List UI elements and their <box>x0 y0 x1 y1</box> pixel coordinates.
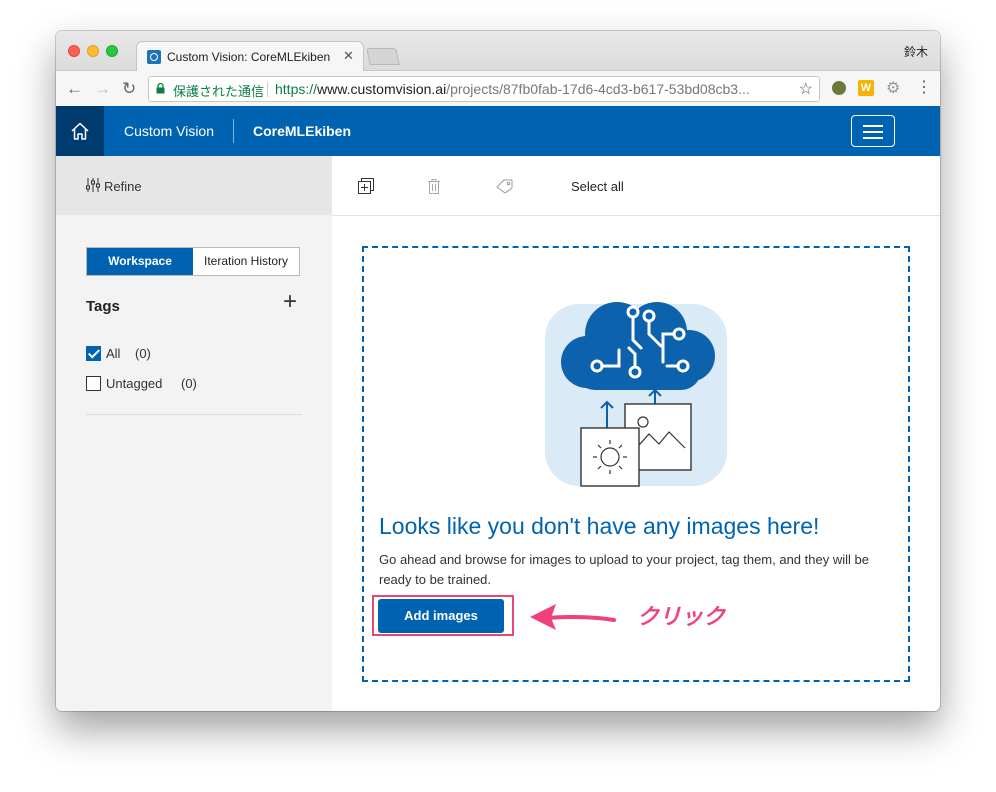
window-minimize-button[interactable] <box>87 45 99 57</box>
reload-icon[interactable]: ↻ <box>122 79 136 99</box>
menu-button[interactable] <box>851 115 895 147</box>
view-toggle: Workspace Iteration History <box>86 247 300 276</box>
tag-checkbox-all[interactable] <box>86 346 101 361</box>
cloud-brain-upload-illustration <box>545 302 727 487</box>
lock-icon <box>156 83 165 94</box>
window-maximize-button[interactable] <box>106 45 118 57</box>
app-header: Custom Vision CoreMLEkiben <box>56 106 940 156</box>
tag-icon[interactable] <box>496 178 514 194</box>
custom-vision-favicon-icon <box>147 50 161 64</box>
url-host: www.customvision.ai <box>317 81 447 97</box>
iteration-history-tab[interactable]: Iteration History <box>193 248 299 275</box>
filter-sliders-icon <box>86 178 100 192</box>
add-images-button[interactable]: Add images <box>378 599 504 633</box>
url-text: https://www.customvision.ai/projects/87f… <box>275 81 750 97</box>
refine-bar[interactable]: Refine <box>56 156 332 215</box>
home-button[interactable] <box>56 106 104 156</box>
address-bar[interactable]: 保護された通信 https://www.customvision.ai/proj… <box>148 76 820 102</box>
brand-name[interactable]: Custom Vision <box>124 123 214 139</box>
profile-name[interactable]: 鈴木 <box>904 43 928 60</box>
sidebar: Refine Workspace Iteration History Tags … <box>56 156 332 711</box>
title-bar: Custom Vision: CoreMLEkiben ✕ 鈴木 <box>56 31 940 72</box>
extension-w-icon[interactable]: W <box>858 80 874 96</box>
hamburger-line <box>863 137 883 139</box>
forward-arrow-icon[interactable]: → <box>94 79 111 99</box>
image-toolbar: Select all <box>332 156 940 216</box>
extension-gear-icon[interactable]: ⚙ <box>886 78 900 98</box>
empty-state-title: Looks like you don't have any images her… <box>379 513 820 539</box>
tag-checkbox-untagged[interactable] <box>86 376 101 391</box>
trash-icon[interactable] <box>427 178 441 194</box>
window-close-button[interactable] <box>68 45 80 57</box>
image-drop-zone[interactable]: Looks like you don't have any images her… <box>362 246 910 682</box>
tag-name: All <box>106 346 121 361</box>
workspace-tab[interactable]: Workspace <box>87 248 193 275</box>
add-tag-button[interactable]: + <box>283 289 297 315</box>
header-divider <box>233 119 234 143</box>
new-tab-button[interactable] <box>366 48 400 65</box>
address-divider <box>267 82 268 97</box>
empty-state-description: Go ahead and browse for images to upload… <box>379 552 869 587</box>
refine-label: Refine <box>104 179 142 194</box>
annotation-arrow-icon <box>530 604 616 630</box>
home-icon <box>71 122 89 140</box>
url-scheme: https:// <box>275 81 318 97</box>
project-name[interactable]: CoreMLEkiben <box>253 123 351 139</box>
extension-globe-icon[interactable] <box>832 81 846 95</box>
browser-tab[interactable]: Custom Vision: CoreMLEkiben ✕ <box>136 41 364 72</box>
hamburger-line <box>863 131 883 133</box>
browser-menu-icon[interactable]: ⋮ <box>916 77 932 97</box>
browser-window: Custom Vision: CoreMLEkiben ✕ 鈴木 ← → ↻ 保… <box>56 31 940 711</box>
tag-count: (0) <box>135 346 151 361</box>
back-arrow-icon[interactable]: ← <box>66 79 83 99</box>
tab-title: Custom Vision: CoreMLEkiben <box>167 50 331 64</box>
bookmark-star-icon[interactable]: ☆ <box>799 79 813 99</box>
url-path: /projects/87fb0fab-17d6-4cd3-b617-53bd08… <box>446 81 750 97</box>
tag-count: (0) <box>181 376 197 391</box>
tab-close-button[interactable]: ✕ <box>343 48 354 64</box>
add-images-icon[interactable] <box>358 178 374 194</box>
tags-heading: Tags <box>86 298 120 315</box>
sidebar-divider <box>86 414 302 415</box>
security-label: 保護された通信 <box>173 84 265 99</box>
browser-toolbar: ← → ↻ 保護された通信 https://www.customvision.a… <box>56 71 940 107</box>
select-all-button[interactable]: Select all <box>571 179 624 194</box>
click-annotation-label: クリック <box>637 604 726 629</box>
tag-name: Untagged <box>106 376 163 391</box>
hamburger-line <box>863 125 883 127</box>
